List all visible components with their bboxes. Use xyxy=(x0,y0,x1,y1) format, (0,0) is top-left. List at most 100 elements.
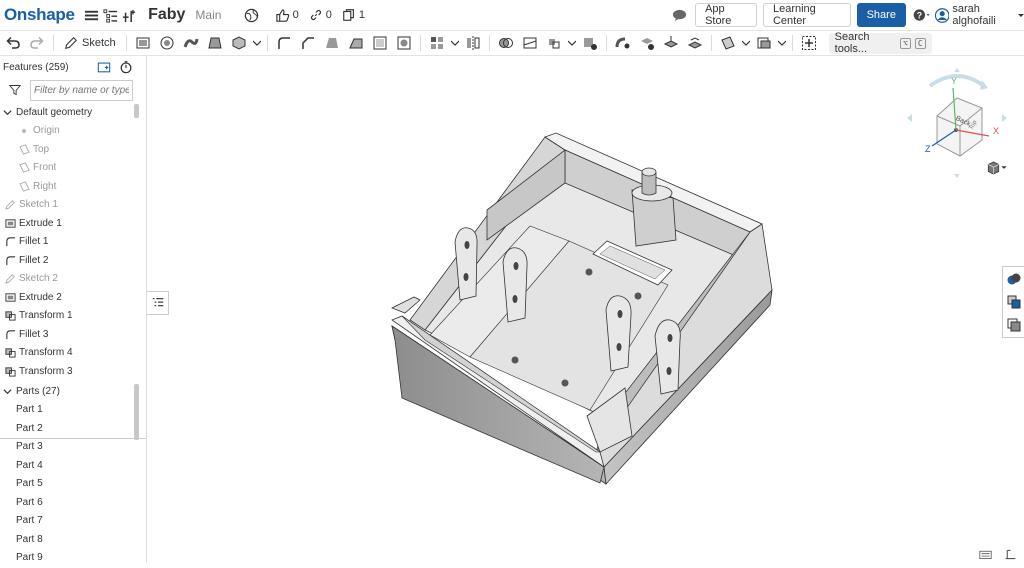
move-face-icon[interactable] xyxy=(660,33,682,53)
sweep-icon[interactable] xyxy=(180,33,202,53)
help-icon[interactable]: ? xyxy=(912,5,932,25)
features-title: Features (259) xyxy=(3,61,69,73)
feature-list-icon[interactable] xyxy=(102,5,119,25)
feature-filter-input[interactable] xyxy=(30,79,133,101)
fillet-icon[interactable] xyxy=(273,33,295,53)
share-button[interactable]: Share xyxy=(856,3,906,27)
part-item[interactable]: Part 9 xyxy=(0,549,133,568)
part-item-label: Part 7 xyxy=(16,515,43,527)
part-item-label: Part 5 xyxy=(16,478,43,490)
insert-icon[interactable] xyxy=(121,5,138,25)
redo-icon[interactable] xyxy=(26,33,48,53)
feature-toolbar: Sketch Search tools... ⌥ C xyxy=(0,31,1024,56)
user-menu[interactable]: sarah alghofaili xyxy=(934,3,1024,27)
part-item[interactable]: Part 8 xyxy=(0,530,133,549)
branch-name[interactable]: Main xyxy=(195,8,221,22)
delete-face-icon[interactable] xyxy=(636,33,658,53)
feature-item[interactable]: Fillet 1 xyxy=(0,233,133,252)
feature-item[interactable]: Fillet 2 xyxy=(0,251,133,270)
axis-x-label: X xyxy=(993,126,999,136)
extrude-icon[interactable] xyxy=(132,33,154,53)
add-custom-feature-icon[interactable] xyxy=(798,33,820,53)
graphics-viewport[interactable]: Back Top Y X Z xyxy=(147,56,1024,563)
feature-item[interactable]: Sketch 2 xyxy=(0,270,133,289)
feature-item[interactable]: Fillet 3 xyxy=(0,325,133,344)
copy-count: 1 xyxy=(358,9,365,21)
boolean-icon[interactable] xyxy=(495,33,517,53)
sketch-button[interactable]: Sketch xyxy=(64,36,116,50)
modify-fillet-icon[interactable] xyxy=(612,33,634,53)
shell-icon[interactable] xyxy=(369,33,391,53)
part-item[interactable]: Part 3 xyxy=(0,438,133,457)
feature-item[interactable]: Transform 4 xyxy=(0,344,133,363)
feature-item[interactable]: Sketch 1 xyxy=(0,196,133,215)
undo-icon[interactable] xyxy=(2,33,24,53)
keyboard-shortcut-icon[interactable] xyxy=(975,544,995,564)
like-counter[interactable]: 0 xyxy=(275,8,299,23)
feature-item[interactable]: Front xyxy=(0,159,133,178)
revolve-icon[interactable] xyxy=(156,33,178,53)
transform-icon[interactable] xyxy=(543,33,565,53)
bill-of-materials-icon[interactable] xyxy=(1006,294,1022,310)
measure-tool-icon[interactable] xyxy=(1000,544,1020,564)
dropdown-chevron-icon[interactable] xyxy=(450,33,460,53)
feature-panel: Features (259) Default geometry Origin To… xyxy=(0,56,147,563)
feature-scrollbar[interactable] xyxy=(134,104,139,118)
search-tools-input[interactable]: Search tools... ⌥ C xyxy=(828,31,932,55)
part-item[interactable]: Part 6 xyxy=(0,493,133,512)
onshape-logo[interactable]: Onshape xyxy=(4,5,75,25)
view-options-icon[interactable] xyxy=(983,158,1011,178)
loft-icon[interactable] xyxy=(204,33,226,53)
part-item[interactable]: Part 2 xyxy=(0,419,133,438)
appearance-icon[interactable] xyxy=(1006,271,1022,287)
split-icon[interactable] xyxy=(519,33,541,53)
linear-pattern-icon[interactable] xyxy=(426,33,448,53)
add-folder-icon[interactable] xyxy=(94,57,114,77)
filter-icon[interactable] xyxy=(8,80,22,100)
dropdown-chevron-icon[interactable] xyxy=(252,33,262,53)
parts-group[interactable]: Parts (27) xyxy=(0,382,133,401)
dropdown-chevron-icon[interactable] xyxy=(567,33,577,53)
feature-item[interactable]: Extrude 2 xyxy=(0,288,133,307)
feature-item[interactable]: Extrude 1 xyxy=(0,214,133,233)
rib-icon[interactable] xyxy=(345,33,367,53)
menu-icon[interactable] xyxy=(83,5,100,25)
rollback-timer-icon[interactable] xyxy=(116,57,136,77)
delete-part-icon[interactable] xyxy=(579,33,601,53)
comment-icon[interactable] xyxy=(671,5,688,25)
globe-icon[interactable] xyxy=(243,5,260,25)
copy-counter[interactable]: 1 xyxy=(342,8,365,22)
default-geometry-group[interactable]: Default geometry xyxy=(0,103,133,122)
feature-item[interactable]: Transform 1 xyxy=(0,307,133,326)
feature-item-label: Front xyxy=(33,162,57,174)
feature-item[interactable]: Right xyxy=(0,177,133,196)
document-name[interactable]: Faby xyxy=(148,6,185,24)
feature-item[interactable]: Top xyxy=(0,140,133,159)
replace-face-icon[interactable] xyxy=(684,33,706,53)
chamfer-icon[interactable] xyxy=(297,33,319,53)
mirror-icon[interactable] xyxy=(462,33,484,53)
plane-icon[interactable] xyxy=(717,33,739,53)
feature-list-toggle[interactable] xyxy=(147,291,169,315)
chevron-down-icon xyxy=(3,389,12,394)
part-studio-model[interactable] xyxy=(147,56,1024,563)
configurations-icon[interactable] xyxy=(1006,317,1022,333)
fillet-icon xyxy=(4,328,16,340)
thicken-icon[interactable] xyxy=(228,33,250,53)
learning-center-button[interactable]: Learning Center xyxy=(762,3,851,27)
feature-item[interactable]: Transform 3 xyxy=(0,362,133,381)
draft-icon[interactable] xyxy=(321,33,343,53)
feature-item[interactable]: Origin xyxy=(0,122,133,141)
parts-scrollbar[interactable] xyxy=(134,384,139,440)
part-item[interactable]: Part 7 xyxy=(0,512,133,531)
part-item[interactable]: Part 4 xyxy=(0,456,133,475)
dropdown-chevron-icon[interactable] xyxy=(777,33,787,53)
link-counter[interactable]: 0 xyxy=(309,8,332,22)
mate-connector-icon[interactable] xyxy=(753,33,775,53)
app-store-button[interactable]: App Store xyxy=(695,3,757,27)
part-item[interactable]: Part 1 xyxy=(0,401,133,420)
hole-icon[interactable] xyxy=(393,33,415,53)
part-item[interactable]: Part 5 xyxy=(0,475,133,494)
origin-dot-icon xyxy=(18,125,30,137)
dropdown-chevron-icon[interactable] xyxy=(741,33,751,53)
